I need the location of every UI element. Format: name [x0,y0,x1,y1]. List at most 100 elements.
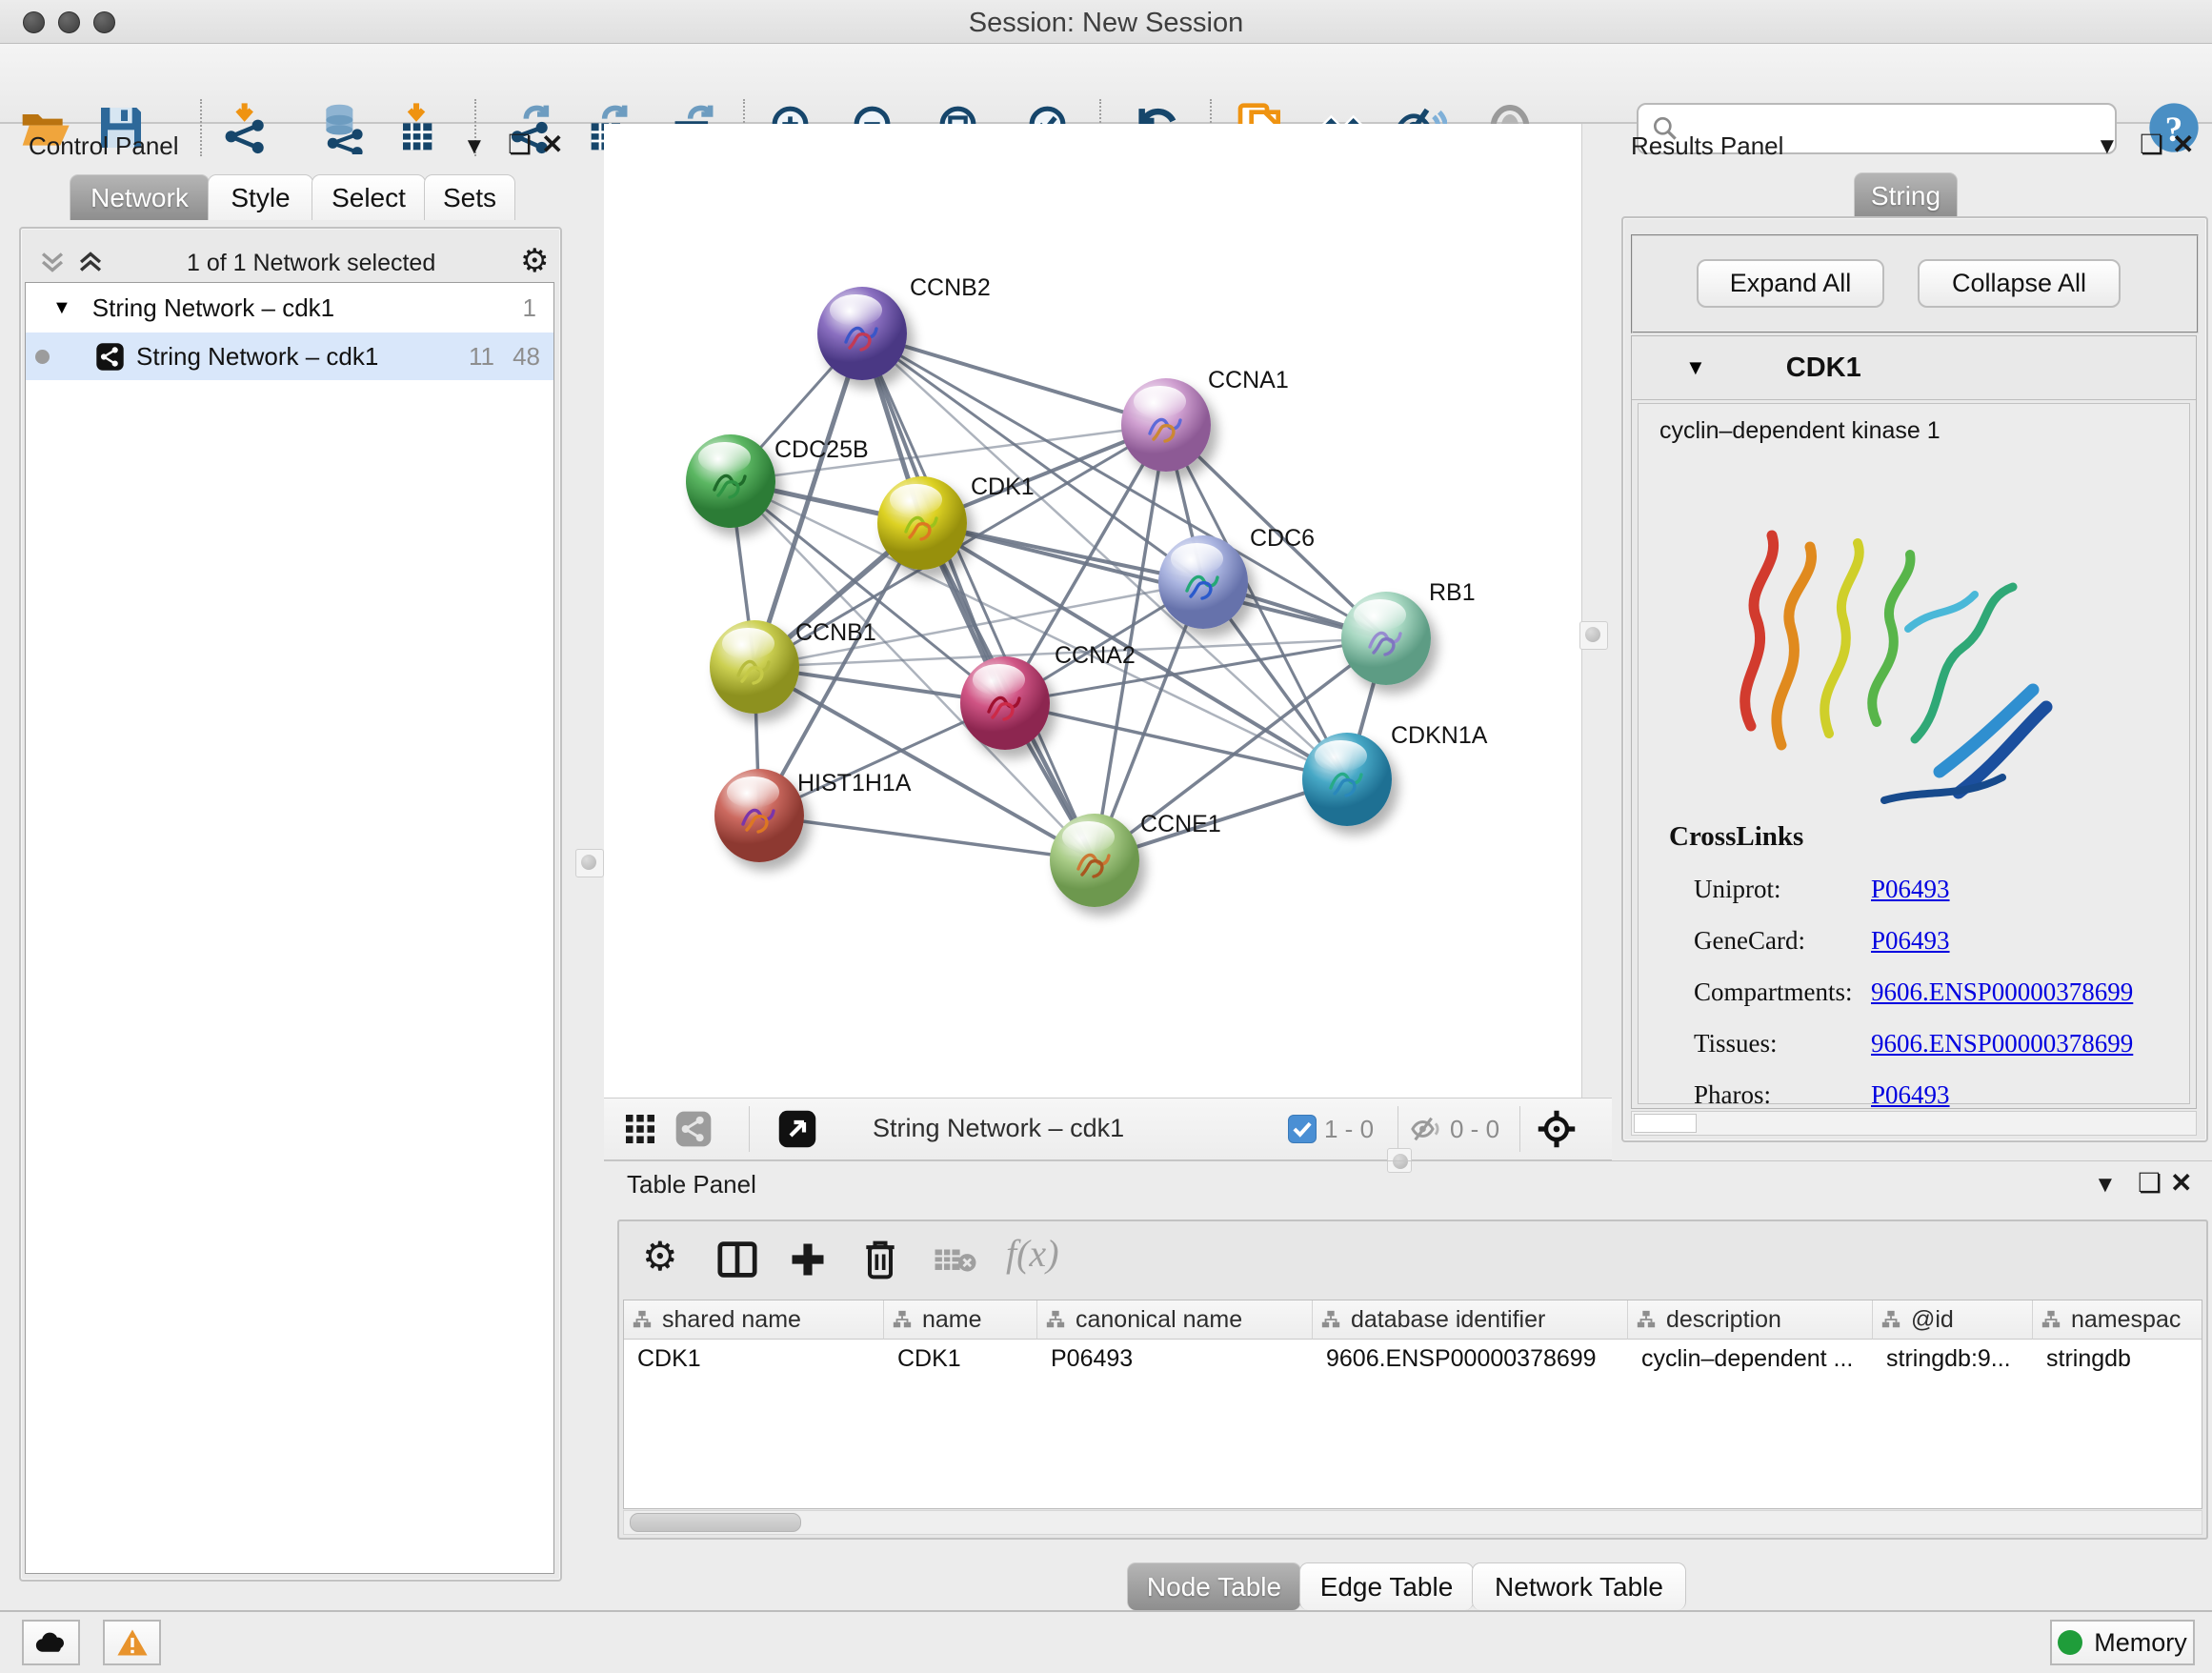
network-node-CCNA1[interactable] [1121,378,1211,472]
network-edge-count: 48 [513,342,540,372]
table-hscrollbar[interactable] [623,1510,2202,1535]
network-node-CDKN1A[interactable] [1302,733,1392,826]
network-node-CCNB2[interactable] [817,287,907,380]
node-label-CCNB1: CCNB1 [795,619,876,647]
panel-divider [604,1160,2212,1165]
birds-eye-view-icon[interactable] [1536,1108,1578,1150]
network-node-CDC6[interactable] [1158,535,1248,629]
collapse-all-icon[interactable] [36,246,69,278]
tree-expander-icon[interactable]: ▼ [52,297,71,319]
collapse-all-button[interactable]: Collapse All [1918,259,2121,308]
cloud-button[interactable] [22,1620,80,1665]
status-bar: Memory [0,1610,2212,1673]
table-hscrollbar-thumb[interactable] [630,1513,801,1532]
network-tree: ▼ String Network – cdk1 1 String Network… [25,282,554,1574]
protein-thumbnail-icon [975,675,1033,733]
import-table-icon[interactable] [390,101,443,154]
add-column-icon[interactable] [787,1239,829,1280]
column-header-database-identifier[interactable]: database identifier [1313,1300,1628,1340]
network-collection-row[interactable]: ▼ String Network – cdk1 1 [26,283,553,333]
expand-all-icon[interactable] [74,246,107,278]
delete-table-icon[interactable] [934,1246,977,1275]
table-cell[interactable]: P06493 [1037,1340,1312,1378]
tab-select[interactable]: Select [312,174,426,220]
column-header-canonical-name[interactable]: canonical name [1037,1300,1313,1340]
window-title: Session: New Session [0,8,2212,39]
table-panel-close-icon[interactable]: ✕ [2170,1170,2192,1197]
tab-sets[interactable]: Sets [424,174,515,220]
network-node-CDC25B[interactable] [686,434,775,528]
gene-collapse-icon[interactable]: ▼ [1685,355,1706,380]
results-hscrollbar[interactable] [1631,1111,2197,1136]
protein-thumbnail-icon [725,639,782,696]
network-options-gear-icon[interactable]: ⚙ [520,242,549,280]
crosslink-link[interactable]: P06493 [1871,926,1950,956]
crosslink-row: Uniprot:P06493 [1694,863,2170,915]
tab-edge-table[interactable]: Edge Table [1299,1562,1474,1610]
tab-string[interactable]: String [1854,172,1958,218]
table-cell[interactable]: stringdb:9... [1873,1340,2032,1378]
network-node-RB1[interactable] [1341,592,1431,685]
network-node-CDK1[interactable] [877,476,967,570]
column-header--id[interactable]: @id [1873,1300,2033,1340]
network-node-CCNA2[interactable] [960,656,1050,750]
results-panel-float-icon[interactable]: ❏ [2140,131,2163,158]
title-bar: Session: New Session [0,0,2212,44]
network-canvas[interactable]: CCNB2 CCNA1 CDC25B CDK1 CDC6 RB1 [604,124,1582,1098]
results-panel-menu-icon[interactable]: ▼ [2096,135,2119,158]
tab-style[interactable]: Style [208,174,313,220]
table-cell[interactable]: CDK1 [624,1340,883,1378]
open-in-window-icon[interactable] [777,1109,817,1149]
column-header-shared-name[interactable]: shared name [624,1300,884,1340]
left-splitter-handle[interactable] [575,849,604,877]
node-label-HIST1H1A: HIST1H1A [797,770,911,797]
tab-node-table[interactable]: Node Table [1127,1562,1301,1610]
import-network-file-icon[interactable] [220,101,273,154]
column-type-icon [632,1309,653,1330]
table-panel-menu-icon[interactable]: ▼ [2094,1174,2117,1197]
column-header-description[interactable]: description [1628,1300,1873,1340]
gene-description: cyclin–dependent kinase 1 [1659,417,2189,445]
column-header-label: name [922,1306,982,1334]
column-header-namespac[interactable]: namespac [2033,1300,2202,1340]
crosslink-link[interactable]: P06493 [1871,875,1950,904]
warnings-button[interactable] [103,1620,161,1665]
right-splitter-handle[interactable] [1579,621,1608,650]
memory-button[interactable]: Memory [2050,1620,2195,1665]
gene-section: ▼ CDK1 cyclin–dependent kinase 1 CrossLi… [1631,335,2197,1109]
tab-network-table[interactable]: Network Table [1472,1562,1686,1610]
node-label-CCNA1: CCNA1 [1208,367,1289,394]
expand-all-button[interactable]: Expand All [1697,259,1884,308]
tab-network[interactable]: Network [70,174,210,220]
main-toolbar: ? [0,44,2212,124]
table-panel-float-icon[interactable]: ❏ [2138,1170,2162,1197]
crosslink-link[interactable]: 9606.ENSP00000378699 [1871,1029,2133,1058]
table-cell[interactable]: cyclin–dependent ... [1628,1340,1872,1378]
function-builder-icon[interactable]: f(x) [1006,1231,1059,1276]
column-header-name[interactable]: name [884,1300,1037,1340]
results-panel-close-icon[interactable]: ✕ [2172,131,2194,158]
crosslink-link[interactable]: 9606.ENSP00000378699 [1871,978,2133,1007]
grid-view-icon[interactable] [623,1112,657,1146]
crosslink-link[interactable]: P06493 [1871,1080,1950,1110]
gear-icon[interactable]: ⚙ [642,1233,678,1280]
selected-checkbox[interactable] [1288,1115,1317,1143]
column-header-label: namespac [2071,1306,2181,1334]
table-cell[interactable]: CDK1 [884,1340,1036,1378]
control-panel-close-icon[interactable]: ✕ [541,131,563,158]
network-row-selected[interactable]: String Network – cdk1 11 48 [26,333,553,380]
control-panel-float-icon[interactable]: ❏ [508,131,532,158]
network-node-HIST1H1A[interactable] [714,769,804,862]
memory-status-icon [2058,1630,2082,1655]
split-columns-icon[interactable] [716,1240,758,1279]
network-node-CCNE1[interactable] [1050,814,1139,907]
results-hscrollbar-thumb[interactable] [1634,1114,1697,1133]
node-label-RB1: RB1 [1429,579,1476,607]
network-node-CCNB1[interactable] [710,620,799,714]
string-view-icon[interactable] [674,1110,713,1148]
table-cell[interactable]: 9606.ENSP00000378699 [1313,1340,1627,1378]
delete-column-icon[interactable] [859,1237,901,1282]
table-cell[interactable]: stringdb [2033,1340,2202,1378]
import-network-database-icon[interactable] [317,101,371,154]
control-panel-menu-icon[interactable]: ▼ [463,135,486,158]
